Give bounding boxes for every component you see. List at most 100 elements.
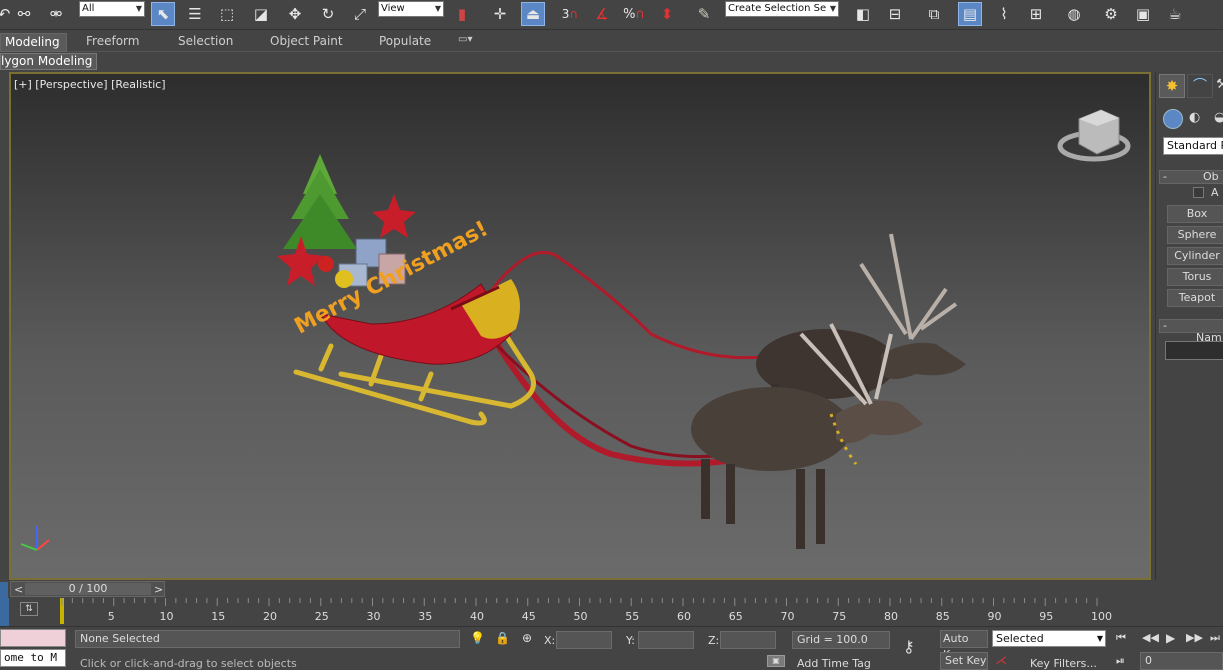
sphere-button[interactable]: Sphere: [1167, 226, 1223, 244]
lights-icon[interactable]: ◒: [1214, 110, 1223, 128]
track-tick-label: 60: [677, 610, 691, 623]
time-slider-next[interactable]: >: [154, 583, 163, 596]
viewcube-icon[interactable]: [1057, 109, 1131, 162]
key-icon[interactable]: ⚷: [903, 637, 915, 656]
geometry-icon[interactable]: [1163, 109, 1183, 129]
select-object-icon[interactable]: ⬉: [151, 2, 175, 26]
pivot-icon[interactable]: ▮: [450, 2, 474, 26]
torus-button[interactable]: Torus: [1167, 268, 1223, 286]
keyboard-shortcut-icon[interactable]: ⏏: [521, 2, 545, 26]
time-tag-icon[interactable]: ▣: [767, 655, 785, 667]
track-tick-label: 25: [314, 610, 329, 623]
set-key-button[interactable]: Set Key: [940, 652, 988, 670]
shapes-icon[interactable]: ◐: [1189, 110, 1207, 128]
isolate-selection-icon[interactable]: 💡: [470, 631, 485, 645]
ribbon-options-icon[interactable]: ▭▾: [458, 34, 472, 45]
key-filters-button[interactable]: Key Filters...: [1030, 657, 1097, 670]
move-icon[interactable]: ✥: [283, 2, 307, 26]
tab-object-paint[interactable]: Object Paint: [270, 34, 343, 48]
link-icon[interactable]: ⚯: [12, 2, 36, 26]
unlink-icon[interactable]: ⚮: [44, 2, 68, 26]
add-time-tag[interactable]: Add Time Tag: [797, 657, 871, 670]
autogrid-checkbox[interactable]: [1193, 187, 1204, 198]
object-name-input[interactable]: [1165, 341, 1223, 360]
key-set-select[interactable]: Selected ▼: [992, 630, 1106, 647]
time-slider[interactable]: < 0 / 100 >: [10, 581, 165, 597]
tab-polygon-modeling[interactable]: lygon Modeling: [0, 53, 98, 70]
time-slider-thumb[interactable]: 0 / 100: [25, 583, 151, 595]
z-label: Z:: [708, 634, 720, 647]
selection-filter-select[interactable]: All ▼: [79, 1, 145, 17]
maxscript-input[interactable]: ome to M: [0, 649, 66, 667]
track-tick-label: 90: [987, 610, 1002, 623]
layer-explorer-icon[interactable]: ⧉: [922, 2, 946, 26]
percent-snap-icon[interactable]: % ∩: [622, 2, 646, 26]
material-editor-icon[interactable]: ◍: [1062, 2, 1086, 26]
current-frame-input[interactable]: 0: [1140, 652, 1223, 670]
maxscript-listener-output[interactable]: [0, 629, 66, 647]
auto-key-button[interactable]: Auto Key: [940, 630, 988, 661]
ref-coord-select[interactable]: View ▼: [378, 1, 444, 17]
perspective-viewport[interactable]: [+] [Perspective] [Realistic] Merry Chri…: [9, 72, 1151, 580]
selection-lock-icon[interactable]: 🔒: [495, 631, 510, 645]
schematic-view-icon[interactable]: ⊞: [1024, 2, 1048, 26]
goto-start-icon[interactable]: ⏮: [1116, 631, 1126, 645]
mini-listener-toggle[interactable]: [0, 582, 8, 598]
scene-explorer-icon[interactable]: ▤: [958, 2, 982, 26]
window-crossing-icon[interactable]: ◪: [249, 2, 273, 26]
prev-frame-icon[interactable]: ◀◀: [1142, 631, 1159, 644]
selection-status: None Selected: [75, 630, 460, 648]
tab-freeform[interactable]: Freeform: [86, 34, 139, 48]
play-icon[interactable]: ▶: [1166, 631, 1175, 645]
curve-editor-icon[interactable]: ⌇: [992, 2, 1016, 26]
mirror-icon[interactable]: ◧: [851, 2, 875, 26]
render-setup-icon[interactable]: ⚙: [1099, 2, 1123, 26]
box-button[interactable]: Box: [1167, 205, 1223, 223]
rendered-frame-icon[interactable]: ▣: [1131, 2, 1155, 26]
rotate-icon[interactable]: ↻: [316, 2, 340, 26]
track-tick-label: 40: [470, 610, 484, 623]
time-slider-prev[interactable]: <: [14, 583, 23, 596]
axis-tripod-icon: [20, 526, 50, 551]
create-tab-icon[interactable]: ✸: [1159, 74, 1185, 98]
status-bar: ome to M None Selected Click or click-an…: [0, 626, 1223, 670]
track-tick-label: 50: [573, 610, 588, 623]
x-label: X:: [544, 634, 556, 647]
object-type-rollout[interactable]: - Ob: [1159, 170, 1223, 184]
tab-populate[interactable]: Populate: [379, 34, 431, 48]
tab-selection[interactable]: Selection: [178, 34, 233, 48]
select-by-name-icon[interactable]: ☰: [183, 2, 207, 26]
spinner-snap-icon[interactable]: ⬍: [655, 2, 679, 26]
track-tick-label: 95: [1039, 610, 1054, 623]
track-tick-label: 5: [107, 610, 115, 623]
track-tick-label: 75: [832, 610, 847, 623]
modify-tab-icon[interactable]: ⌒: [1187, 74, 1213, 98]
goto-end-icon[interactable]: ⏭: [1210, 631, 1220, 645]
command-panel: ✸ ⌒ ⚒ ◐ ◒ Standard Pri -Ob A Box Sphere …: [1155, 72, 1223, 580]
z-coord-input[interactable]: [720, 631, 776, 649]
select-manipulate-icon[interactable]: ✛: [488, 2, 512, 26]
next-frame-icon[interactable]: ▶▶: [1186, 631, 1203, 644]
named-selection-set-select[interactable]: Create Selection Se ▼: [725, 1, 839, 17]
edit-named-selection-icon[interactable]: ✎: [692, 2, 716, 26]
rect-region-icon[interactable]: ⬚: [215, 2, 239, 26]
set-key-mode-icon[interactable]: ⋌: [995, 653, 1007, 667]
y-coord-input[interactable]: [638, 631, 694, 649]
track-bar[interactable]: ⇅ 5 10 15 20 25 30 35 40 45 50 55 60 65 70 75 80 85 90 95 1…: [0, 598, 1223, 626]
tab-modeling[interactable]: Modeling: [0, 33, 67, 52]
x-coord-input[interactable]: [556, 631, 612, 649]
angle-snap-icon[interactable]: ∡: [590, 2, 614, 26]
hierarchy-tab-icon[interactable]: ⚒: [1215, 74, 1223, 98]
track-tick-label: 100: [1091, 610, 1112, 623]
render-icon[interactable]: ☕: [1163, 2, 1187, 26]
absolute-mode-icon[interactable]: ⊕: [522, 631, 532, 645]
primitive-type-select[interactable]: Standard Pri: [1163, 137, 1223, 155]
track-tick-label: 55: [625, 610, 640, 623]
teapot-button[interactable]: Teapot: [1167, 289, 1223, 307]
snaps-toggle-icon[interactable]: 3 ∩: [558, 2, 582, 26]
scale-icon[interactable]: ⤢: [348, 2, 372, 26]
name-color-rollout[interactable]: -Nam: [1159, 319, 1223, 344]
cylinder-button[interactable]: Cylinder: [1167, 247, 1223, 265]
align-icon[interactable]: ⊟: [883, 2, 907, 26]
grid-size-display: Grid = 100.0: [792, 631, 890, 649]
